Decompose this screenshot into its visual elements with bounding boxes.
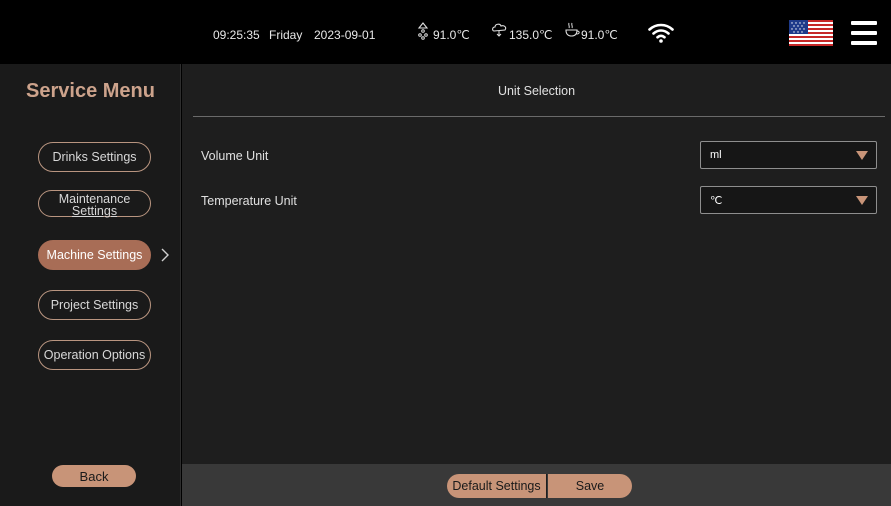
- status-bar: 09:25:35 Friday 2023-09-01 91.0℃ 135.0℃ …: [0, 0, 891, 64]
- date: 2023-09-01: [314, 28, 376, 42]
- boiler-icon: [416, 22, 430, 45]
- sidebar-item-label: Project Settings: [50, 298, 139, 312]
- page-title: Unit Selection: [497, 84, 576, 98]
- save-button[interactable]: Save: [548, 474, 632, 498]
- cup-heater-icon: [564, 22, 582, 43]
- dropdown-arrow-icon: [856, 151, 868, 160]
- boiler-temperature: 91.0℃: [433, 28, 470, 42]
- wifi-icon: [648, 23, 674, 48]
- sidebar-item-project-settings[interactable]: Project Settings: [38, 290, 151, 320]
- temperature-unit-select[interactable]: ℃: [700, 186, 877, 214]
- chevron-right-icon: [160, 247, 170, 268]
- sidebar-item-operation-options[interactable]: Operation Options: [38, 340, 151, 370]
- steam-temperature: 135.0℃: [509, 28, 553, 42]
- default-settings-button[interactable]: Default Settings: [447, 474, 547, 498]
- temperature-unit-label: Temperature Unit: [201, 194, 297, 208]
- dropdown-arrow-icon: [856, 196, 868, 205]
- weekday: Friday: [269, 28, 303, 42]
- clock-time: 09:25:35: [213, 28, 260, 42]
- back-button[interactable]: Back: [52, 465, 136, 487]
- sidebar-item-label-line2: Settings: [71, 203, 118, 218]
- sidebar-item-label: Operation Options: [43, 348, 146, 362]
- main-panel: [182, 64, 891, 464]
- hamburger-menu-icon[interactable]: [851, 21, 877, 45]
- cup-heater-temperature: 91.0℃: [581, 28, 618, 42]
- sidebar-item-drinks-settings[interactable]: Drinks Settings: [38, 142, 151, 172]
- volume-unit-select[interactable]: ml: [700, 141, 877, 169]
- volume-unit-value: ml: [710, 149, 722, 161]
- temperature-unit-value: ℃: [710, 194, 723, 207]
- sidebar: [0, 64, 181, 506]
- sidebar-title: Service Menu: [26, 80, 155, 102]
- title-divider: [193, 116, 885, 117]
- sidebar-item-label: Drinks Settings: [52, 150, 137, 164]
- sidebar-item-maintenance-settings[interactable]: Maintenance Settings: [38, 190, 151, 217]
- sidebar-item-label-line1: Maintenance: [58, 191, 131, 206]
- us-flag-icon[interactable]: [789, 20, 833, 46]
- steam-icon: [491, 22, 509, 43]
- sidebar-item-label: Machine Settings: [46, 248, 143, 262]
- sidebar-item-machine-settings[interactable]: Machine Settings: [38, 240, 151, 270]
- volume-unit-label: Volume Unit: [201, 149, 269, 163]
